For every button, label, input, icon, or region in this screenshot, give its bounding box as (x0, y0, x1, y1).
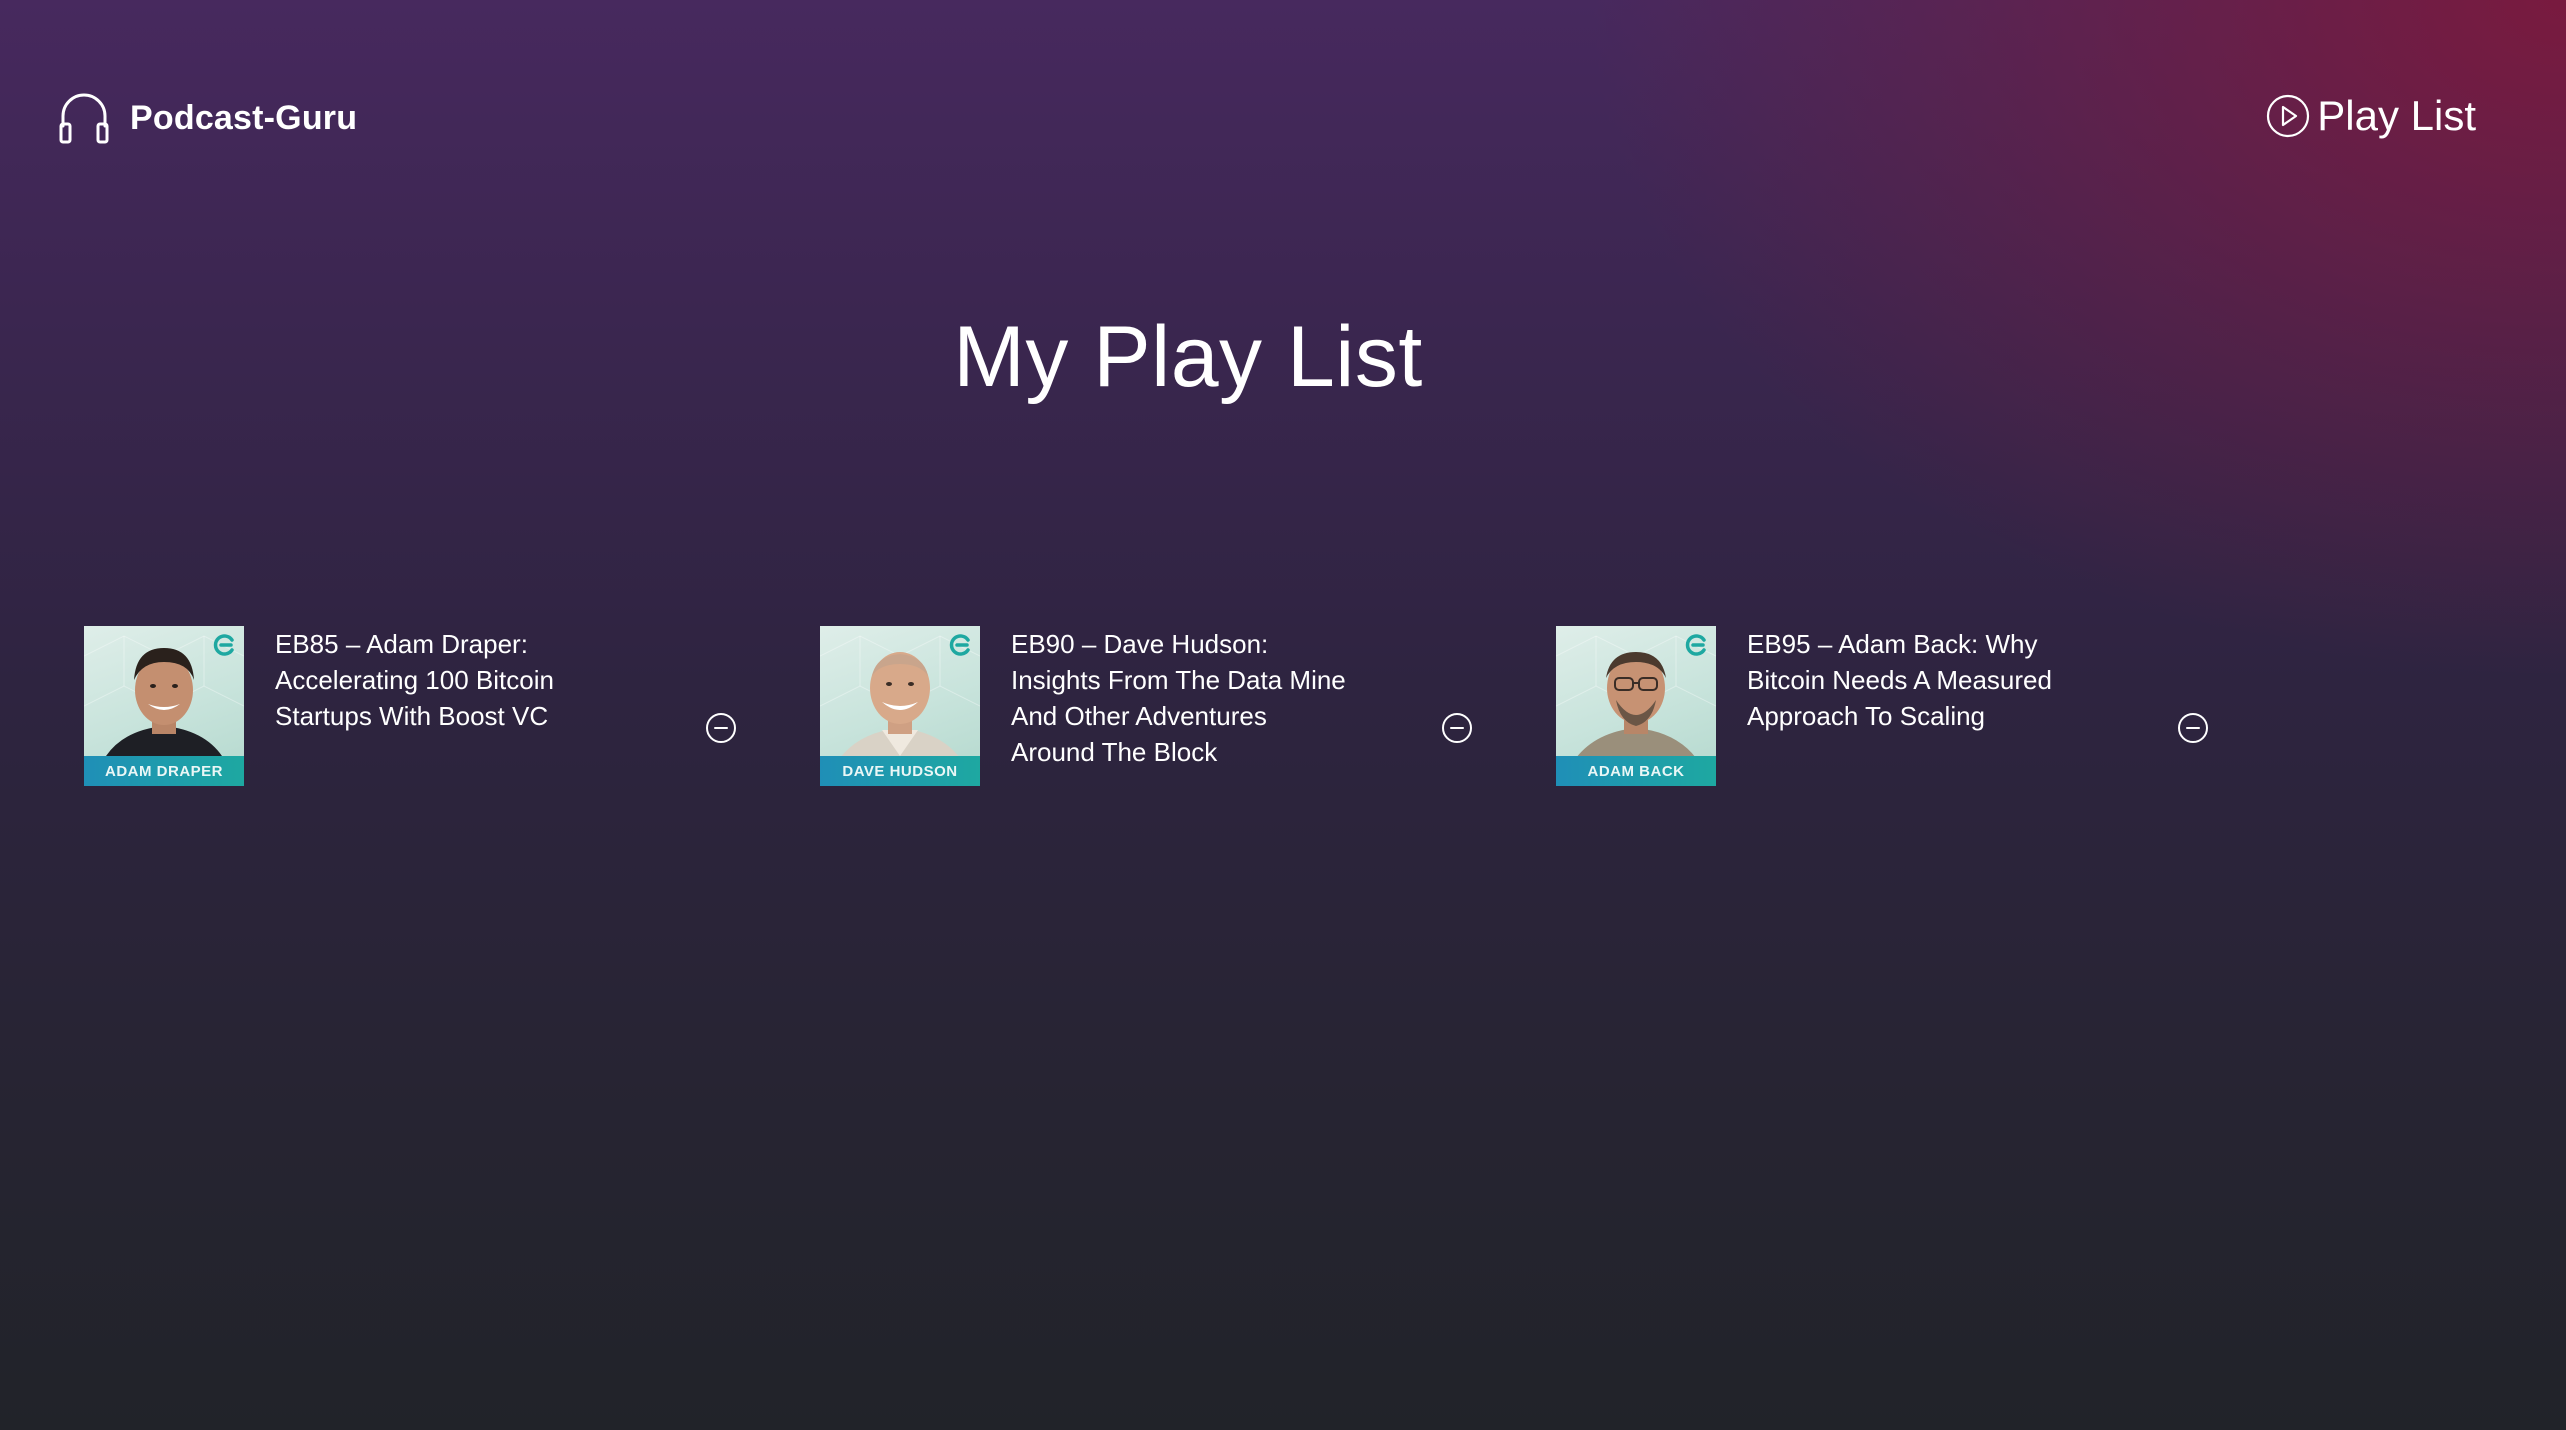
thumbnail-label: ADAM DRAPER (84, 756, 244, 786)
minus-circle-icon (1441, 712, 1473, 744)
episode-thumbnail[interactable]: ADAM DRAPER (84, 626, 244, 786)
brand[interactable]: Podcast-Guru (58, 90, 357, 146)
channel-logo-icon (949, 634, 970, 656)
episode-item[interactable]: ADAM DRAPER EB85 – Adam Draper: Accelera… (84, 626, 820, 826)
channel-logo-icon (1685, 634, 1706, 656)
episode-item[interactable]: ADAM BACK EB95 – Adam Back: Why Bitcoin … (1556, 626, 2292, 826)
brand-name: Podcast-Guru (130, 98, 358, 137)
thumbnail-label: ADAM BACK (1556, 756, 1716, 786)
episode-title[interactable]: EB85 – Adam Draper: Accelerating 100 Bit… (275, 626, 615, 734)
remove-from-playlist-button[interactable] (1441, 712, 1473, 744)
episode-thumbnail[interactable]: ADAM BACK (1556, 626, 1716, 786)
play-circle-icon (2265, 93, 2317, 139)
page-title: My Play List (953, 309, 1423, 405)
minus-circle-icon (2177, 712, 2209, 744)
headphones-icon (58, 90, 110, 146)
playlist-link-label: Play List (2317, 92, 2476, 139)
episode-title[interactable]: EB90 – Dave Hudson: Insights From The Da… (1011, 626, 1351, 770)
thumbnail-label: DAVE HUDSON (820, 756, 980, 786)
playlist-nav-link[interactable]: Play List (2265, 88, 2476, 144)
remove-from-playlist-button[interactable] (2177, 712, 2209, 744)
episode-list: ADAM DRAPER EB85 – Adam Draper: Accelera… (84, 626, 2304, 826)
episode-thumbnail[interactable]: DAVE HUDSON (820, 626, 980, 786)
episode-item[interactable]: DAVE HUDSON EB90 – Dave Hudson: Insights… (820, 626, 1556, 826)
episode-title[interactable]: EB95 – Adam Back: Why Bitcoin Needs A Me… (1747, 626, 2087, 734)
remove-from-playlist-button[interactable] (705, 712, 737, 744)
channel-logo-icon (213, 634, 234, 656)
minus-circle-icon (705, 712, 737, 744)
